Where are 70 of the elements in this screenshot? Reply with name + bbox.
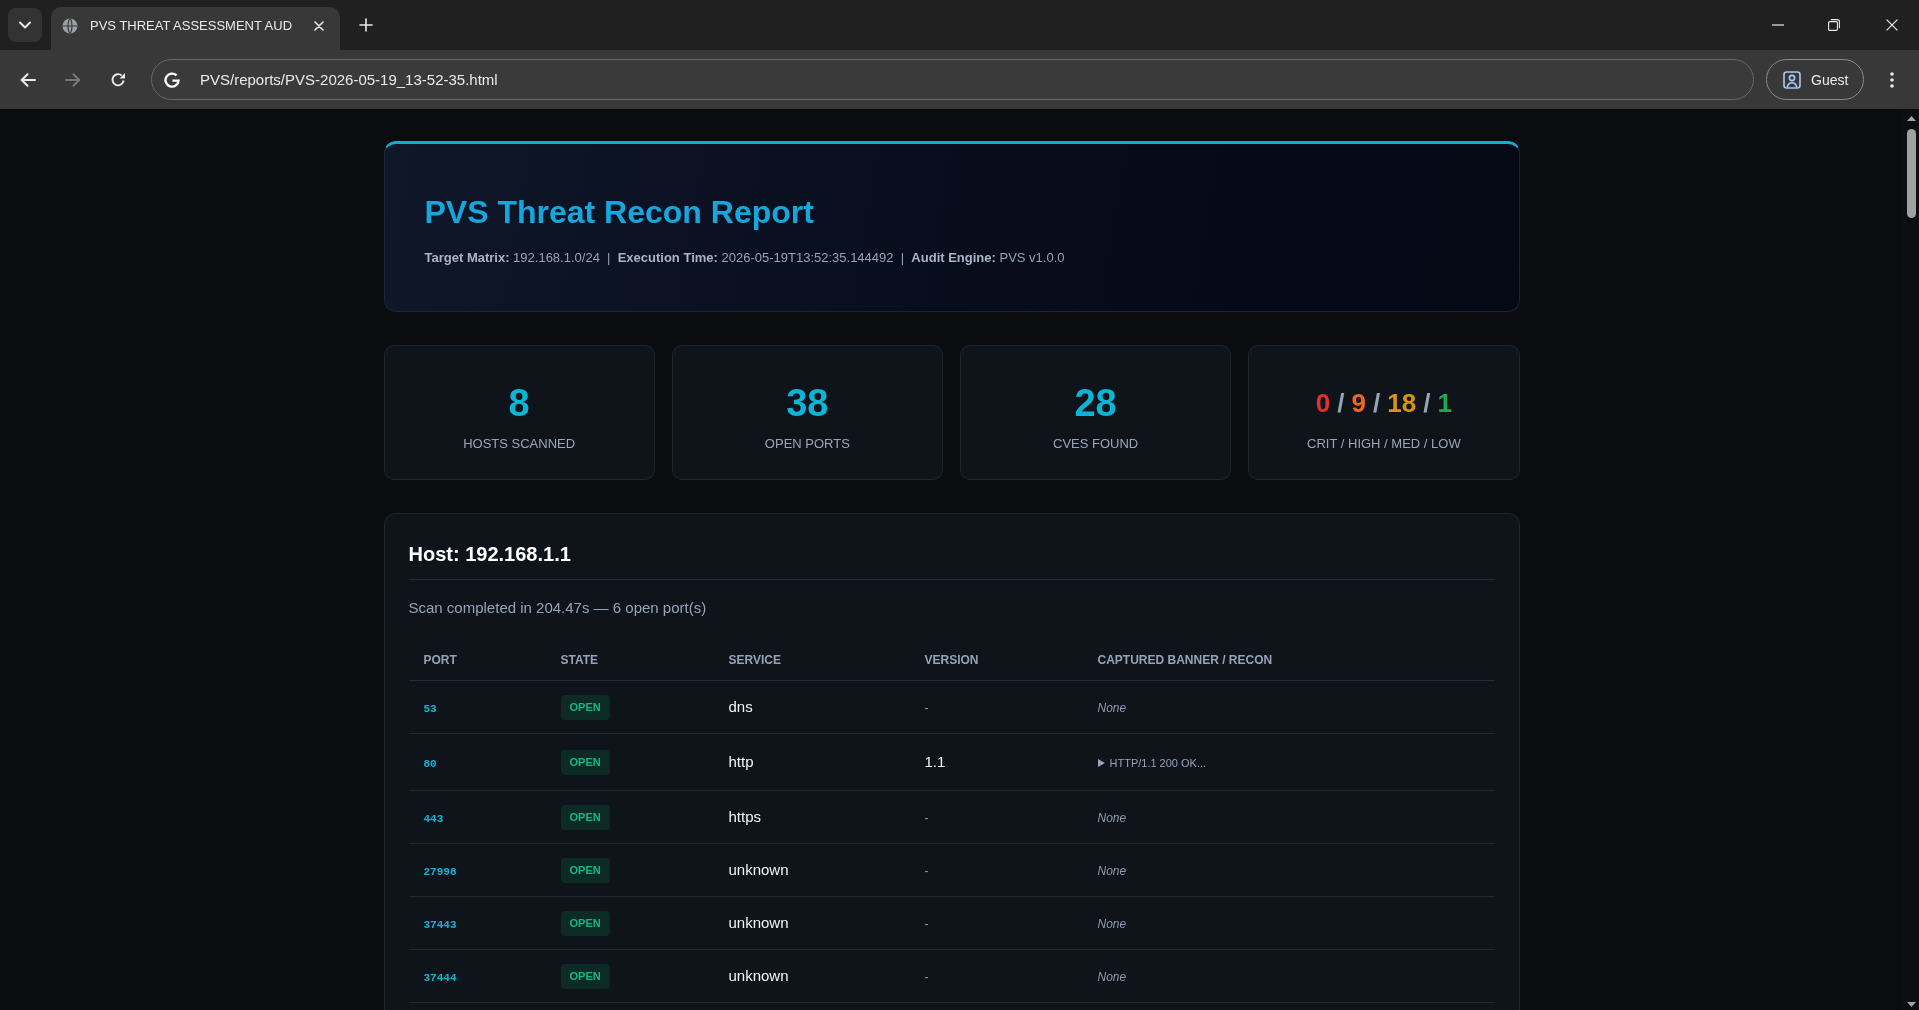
version-text: -	[924, 701, 929, 715]
banner-text: None	[1097, 701, 1127, 715]
stat-value: 8	[508, 381, 530, 426]
port-number: 37443	[423, 919, 457, 931]
version-text: -	[924, 970, 929, 984]
stat-value: 38	[786, 381, 829, 426]
scan-summary: Scan completed in 204.47s — 6 open port(s)	[408, 599, 707, 616]
stat-label: CRIT / HIGH / MED / LOW	[1307, 435, 1461, 453]
port-number: 443	[423, 813, 444, 825]
state-badge: OPEN	[560, 694, 610, 720]
chevron-down-icon	[19, 21, 31, 29]
scroll-down-arrow-icon[interactable]	[1906, 1002, 1916, 1007]
menu-icon[interactable]	[1890, 71, 1894, 88]
state-badge: OPEN	[560, 910, 610, 936]
version-text: -	[924, 811, 929, 825]
restore-icon[interactable]	[1828, 19, 1840, 31]
service-name: unknown	[728, 861, 789, 878]
plus-icon[interactable]	[359, 18, 373, 32]
state-badge: OPEN	[560, 857, 610, 883]
port-number: 27998	[423, 866, 457, 878]
scrollbar-thumb[interactable]	[1906, 129, 1916, 218]
column-header: PORT	[423, 653, 457, 667]
close-icon[interactable]	[1886, 19, 1898, 31]
severity-count: 9	[1351, 387, 1367, 419]
stat-label: OPEN PORTS	[764, 435, 850, 453]
port-number: 53	[423, 703, 437, 715]
state-badge: OPEN	[560, 963, 610, 989]
profile-icon	[1783, 70, 1801, 89]
banner-text: None	[1097, 864, 1127, 878]
state-badge: OPEN	[560, 749, 610, 775]
address-bar[interactable]: PVS/reports/PVS-2026-05-19_13-52-35.html	[151, 59, 1754, 100]
g-icon	[164, 71, 180, 88]
port-number: 80	[423, 758, 437, 770]
column-header: SERVICE	[728, 653, 781, 667]
close-icon[interactable]	[314, 20, 324, 31]
service-name: dns	[728, 698, 753, 715]
severity-count: 18	[1387, 387, 1417, 419]
host-title: Host: 192.168.1.1	[408, 542, 571, 567]
version-text: 1.1	[924, 753, 946, 770]
severity-separator: /	[1423, 387, 1431, 419]
browser-tab[interactable]: PVS THREAT ASSESSMENT AUD	[51, 7, 340, 50]
severity-separator: /	[1373, 387, 1381, 419]
version-text: -	[924, 917, 929, 931]
service-name: http	[728, 753, 754, 770]
banner-toggle[interactable]: HTTP/1.1 200 OK...	[1097, 757, 1207, 769]
severity-count: 0	[1315, 387, 1331, 419]
column-header: CAPTURED BANNER / RECON	[1097, 653, 1273, 667]
tab-list-button[interactable]	[8, 8, 42, 42]
version-text: -	[924, 864, 929, 878]
port-number: 37444	[423, 972, 457, 984]
banner-text: None	[1097, 811, 1127, 825]
state-badge: OPEN	[560, 804, 610, 830]
report-title: PVS Threat Recon Report	[424, 193, 814, 232]
column-header: VERSION	[924, 653, 979, 667]
scroll-up-arrow-icon[interactable]	[1906, 116, 1916, 121]
banner-text: None	[1097, 917, 1127, 931]
stat-label: CVES FOUND	[1053, 435, 1139, 453]
reload-icon[interactable]	[110, 71, 126, 88]
severity-count: 1	[1437, 387, 1452, 419]
stat-label: HOSTS SCANNED	[463, 435, 576, 453]
stat-value: 28	[1074, 381, 1117, 426]
arrow-left-icon[interactable]	[20, 72, 36, 87]
severity-separator: /	[1337, 387, 1345, 419]
report-meta: Target Matrix: 192.168.1.0/24 | Execution Time: 2026-05-19T13:52:35.144492 | Audit Engine: PVS v1.0.0	[424, 249, 1065, 267]
service-name: unknown	[728, 967, 789, 984]
service-name: unknown	[728, 914, 789, 931]
globe-icon	[62, 17, 78, 34]
service-name: https	[728, 808, 762, 825]
banner-text: None	[1097, 970, 1127, 984]
column-header: STATE	[560, 653, 599, 667]
